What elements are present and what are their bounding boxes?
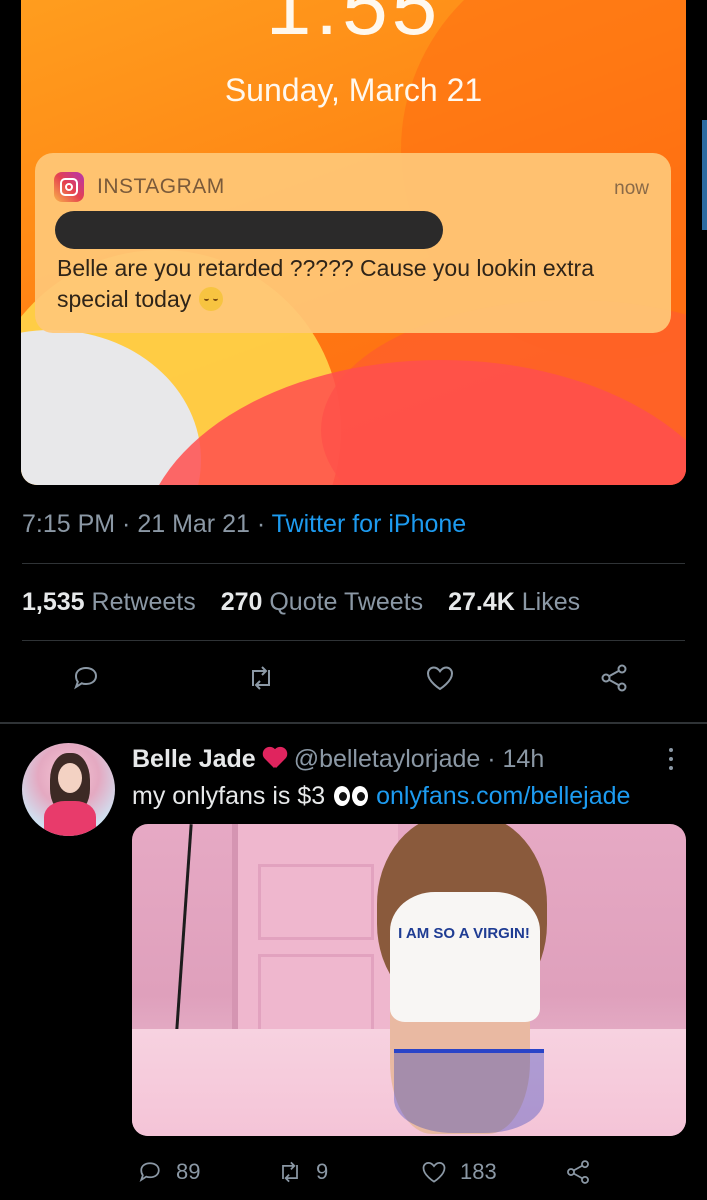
tweet-timestamp: 7:15 PM · 21 Mar 21 · [22,510,272,538]
like-button[interactable]: 183 [420,1152,497,1192]
scrollbar[interactable] [702,120,707,230]
lockscreen-time: 1:55 [265,0,442,52]
retweet-button[interactable] [245,662,285,702]
share-button[interactable] [564,1152,604,1192]
reply-tweet-text: my onlyfans is $3 onlyfans.com/bellejade [132,782,630,811]
user-handle[interactable]: @belletaylorjade [294,745,481,773]
quotes-count: 270 [220,588,263,616]
likes-count: 27.4K [448,588,515,616]
share-icon [601,664,627,692]
more-options-icon[interactable] [664,748,678,776]
likes-stat[interactable]: 27.4K Likes [448,588,580,616]
tweet-separator [0,722,707,724]
retweet-icon [282,1161,298,1183]
like-button[interactable] [424,662,464,702]
display-name[interactable]: Belle Jade [132,745,256,773]
tweet-stats: 1,535 Retweets 270 Quote Tweets 27.4K Li… [22,588,580,617]
eyes-emoji-icon [334,786,370,806]
reply-button[interactable]: 89 [136,1152,200,1192]
quotes-label: Quote Tweets [269,588,424,616]
reply-icon [139,1162,160,1182]
reply-tweet-header: Belle Jade @belletaylorjade · 14h [132,745,544,774]
retweets-stat[interactable]: 1,535 Retweets [22,588,196,616]
lockscreen-date: Sunday, March 21 [224,72,483,108]
divider [22,563,685,564]
heart-emoji-icon [262,748,288,770]
tweet-source-link[interactable]: Twitter for iPhone [272,510,467,538]
tweet-timestamp-line: 7:15 PM · 21 Mar 21 · Twitter for iPhone [22,510,466,539]
tweet-media-photo[interactable]: I AM SO A VIRGIN! [132,824,686,1136]
notification-app-name: INSTAGRAM [97,175,225,198]
notification-time: now [614,178,649,199]
tweet-action-bar [0,662,707,706]
quotes-stat[interactable]: 270 Quote Tweets [221,588,423,616]
share-icon [567,1160,589,1184]
notification-text: Belle are you retarded ????? Cause you l… [57,255,595,312]
retweet-count: 9 [316,1159,329,1184]
photo-shirt-text: I AM SO A VIRGIN! [398,925,530,942]
reply-icon [74,666,98,690]
tweet-time-ago: · 14h [480,745,545,773]
like-icon [426,666,454,691]
retweet-button[interactable]: 9 [276,1152,328,1192]
retweets-count: 1,535 [22,588,85,616]
instagram-notification: INSTAGRAM now Belle are you retarded ???… [35,153,671,333]
reply-button[interactable] [70,662,110,702]
reply-count: 89 [176,1159,201,1184]
relieved-face-emoji-icon [199,287,224,311]
notification-body: Belle are you retarded ????? Cause you l… [57,253,637,315]
share-button[interactable] [598,662,638,702]
likes-label: Likes [521,588,581,616]
avatar[interactable] [22,743,115,836]
reply-tweet-action-bar: 89 9 183 [132,1152,686,1192]
tweet-image-lockscreen[interactable]: 1:55 Sunday, March 21 INSTAGRAM now Bell… [21,0,686,485]
instagram-icon [54,172,84,202]
tweet-link[interactable]: onlyfans.com/bellejade [376,782,630,810]
divider [22,640,685,641]
retweet-icon [252,666,270,690]
like-icon [422,1161,446,1183]
redacted-sender [55,211,443,249]
tweet-body: my onlyfans is $3 [132,782,326,810]
like-count: 183 [460,1159,497,1184]
retweets-label: Retweets [91,588,196,616]
